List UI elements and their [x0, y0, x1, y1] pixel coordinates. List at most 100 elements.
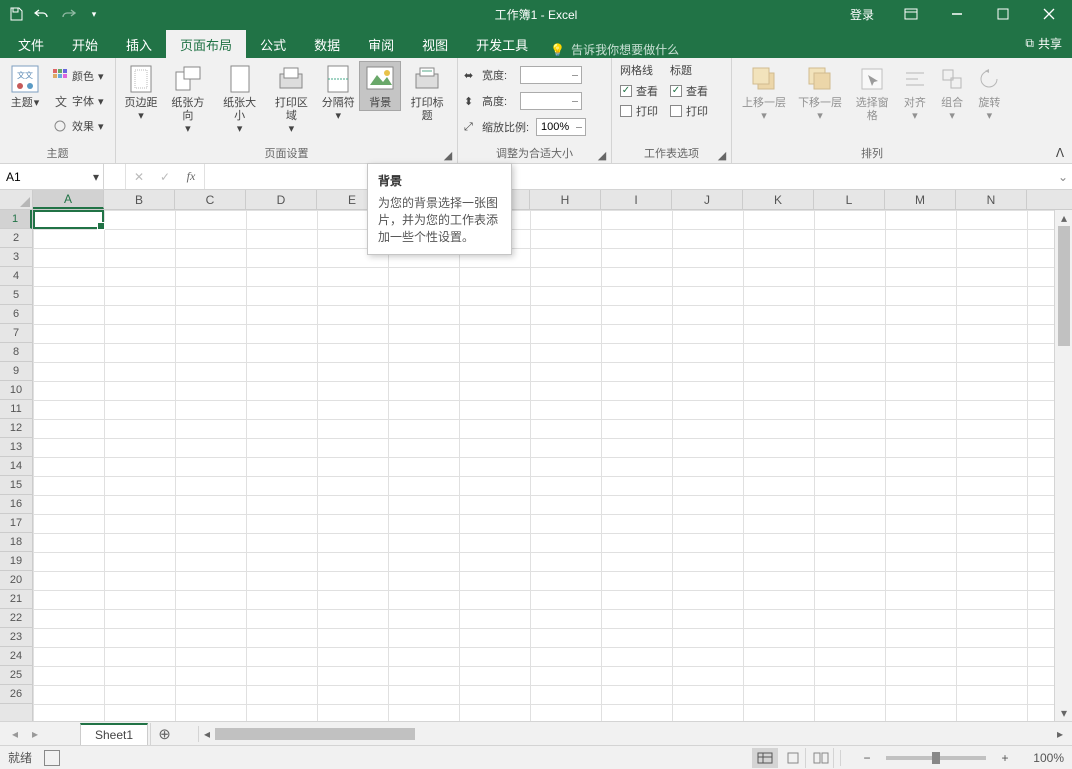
ribbon-display-options-icon[interactable]	[888, 0, 934, 28]
row-header[interactable]: 12	[0, 419, 32, 438]
row-header[interactable]: 18	[0, 533, 32, 552]
column-header[interactable]: N	[956, 190, 1027, 209]
select-all-button[interactable]	[0, 190, 33, 209]
horizontal-scrollbar[interactable]: ◂ ▸	[198, 726, 1068, 742]
row-header[interactable]: 4	[0, 267, 32, 286]
row-header[interactable]: 21	[0, 590, 32, 609]
row-header[interactable]: 3	[0, 248, 32, 267]
headings-view-checkbox[interactable]: 查看	[670, 82, 708, 100]
column-header[interactable]: A	[33, 190, 104, 209]
row-header[interactable]: 22	[0, 609, 32, 628]
sheet-tab[interactable]: Sheet1	[80, 723, 148, 746]
sheet-nav-prev-icon[interactable]: ◂	[6, 725, 24, 743]
scroll-thumb[interactable]	[215, 728, 415, 740]
fonts-button[interactable]: 文字体 ▾	[48, 90, 108, 112]
themes-button[interactable]: 文文 主题▾	[4, 61, 46, 110]
undo-icon[interactable]	[30, 2, 54, 26]
margins-button[interactable]: 页边距▾	[120, 61, 162, 123]
row-header[interactable]: 14	[0, 457, 32, 476]
zoom-slider[interactable]	[886, 756, 986, 760]
height-input[interactable]	[520, 92, 582, 110]
scroll-thumb[interactable]	[1058, 226, 1070, 346]
row-header[interactable]: 9	[0, 362, 32, 381]
zoom-in-icon[interactable]: +	[996, 749, 1014, 767]
page-layout-view-icon[interactable]	[780, 748, 806, 768]
redo-icon[interactable]	[56, 2, 80, 26]
gridlines-print-checkbox[interactable]: 打印	[620, 102, 658, 120]
login-button[interactable]: 登录	[836, 0, 888, 28]
share-button[interactable]: ⧉共享	[1025, 28, 1062, 58]
normal-view-icon[interactable]	[752, 748, 778, 768]
column-header[interactable]: M	[885, 190, 956, 209]
column-header[interactable]: I	[601, 190, 672, 209]
scroll-left-icon[interactable]: ◂	[199, 726, 215, 742]
enter-formula-icon[interactable]: ✓	[152, 170, 178, 184]
cancel-formula-icon[interactable]: ✕	[126, 170, 152, 184]
column-header[interactable]: B	[104, 190, 175, 209]
tab-file[interactable]: 文件	[4, 30, 58, 58]
row-header[interactable]: 5	[0, 286, 32, 305]
print-titles-button[interactable]: 打印标题	[401, 61, 453, 123]
gridlines-view-checkbox[interactable]: 查看	[620, 82, 658, 100]
new-sheet-button[interactable]: ⊕	[150, 723, 178, 745]
column-header[interactable]: D	[246, 190, 317, 209]
cells-area[interactable]	[33, 210, 1054, 721]
row-header[interactable]: 10	[0, 381, 32, 400]
orientation-button[interactable]: 纸张方向▾	[162, 61, 214, 136]
breaks-button[interactable]: 分隔符▾	[317, 61, 359, 123]
row-header[interactable]: 1	[0, 210, 32, 229]
row-header[interactable]: 6	[0, 305, 32, 324]
tab-data[interactable]: 数据	[300, 30, 354, 58]
scale-launcher-icon[interactable]: ◢	[595, 148, 609, 162]
row-header[interactable]: 24	[0, 647, 32, 666]
row-header[interactable]: 16	[0, 495, 32, 514]
row-header[interactable]: 13	[0, 438, 32, 457]
scale-input[interactable]	[536, 118, 586, 136]
headings-print-checkbox[interactable]: 打印	[670, 102, 708, 120]
row-header[interactable]: 7	[0, 324, 32, 343]
zoom-level[interactable]: 100%	[1024, 751, 1064, 765]
scroll-right-icon[interactable]: ▸	[1052, 726, 1068, 742]
fx-icon[interactable]: fx	[178, 169, 204, 184]
tab-page-layout[interactable]: 页面布局	[166, 30, 246, 58]
formula-input[interactable]: ⌄	[205, 164, 1072, 189]
page-setup-launcher-icon[interactable]: ◢	[441, 148, 455, 162]
row-header[interactable]: 2	[0, 229, 32, 248]
name-box[interactable]: ▾	[0, 164, 104, 189]
column-header[interactable]: L	[814, 190, 885, 209]
row-header[interactable]: 8	[0, 343, 32, 362]
scroll-up-icon[interactable]: ▴	[1055, 210, 1072, 226]
zoom-out-icon[interactable]: −	[858, 749, 876, 767]
page-break-view-icon[interactable]	[808, 748, 834, 768]
macro-record-icon[interactable]	[44, 750, 60, 766]
row-header[interactable]: 25	[0, 666, 32, 685]
width-input[interactable]	[520, 66, 582, 84]
minimize-icon[interactable]	[934, 0, 980, 28]
collapse-ribbon-icon[interactable]: ᐱ	[1052, 145, 1068, 161]
colors-button[interactable]: 颜色 ▾	[48, 65, 108, 87]
print-area-button[interactable]: 打印区域▾	[266, 61, 318, 136]
column-header[interactable]: C	[175, 190, 246, 209]
tab-home[interactable]: 开始	[58, 30, 112, 58]
row-header[interactable]: 15	[0, 476, 32, 495]
save-icon[interactable]	[4, 2, 28, 26]
row-header[interactable]: 19	[0, 552, 32, 571]
effects-button[interactable]: 效果 ▾	[48, 115, 108, 137]
expand-formula-icon[interactable]: ⌄	[1058, 170, 1068, 184]
tab-review[interactable]: 审阅	[354, 30, 408, 58]
vertical-scrollbar[interactable]: ▴ ▾	[1054, 210, 1072, 721]
tab-formulas[interactable]: 公式	[246, 30, 300, 58]
row-header[interactable]: 11	[0, 400, 32, 419]
row-header[interactable]: 26	[0, 685, 32, 704]
tab-insert[interactable]: 插入	[112, 30, 166, 58]
scroll-down-icon[interactable]: ▾	[1055, 705, 1072, 721]
column-header[interactable]: J	[672, 190, 743, 209]
qat-customize-icon[interactable]: ▾	[82, 2, 106, 26]
name-box-input[interactable]	[0, 170, 80, 184]
sheet-options-launcher-icon[interactable]: ◢	[715, 148, 729, 162]
sheet-nav-next-icon[interactable]: ▸	[26, 725, 44, 743]
chevron-down-icon[interactable]: ▾	[93, 170, 99, 184]
row-header[interactable]: 20	[0, 571, 32, 590]
row-header[interactable]: 23	[0, 628, 32, 647]
tab-developer[interactable]: 开发工具	[462, 30, 542, 58]
